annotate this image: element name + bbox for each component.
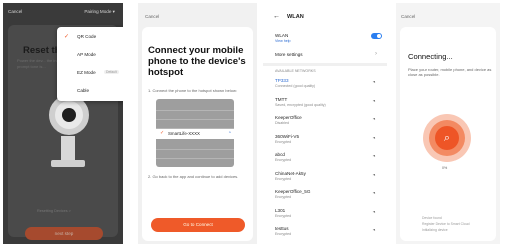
wifi-lock-icon: ◔ — [372, 191, 376, 197]
camera-lens — [62, 108, 76, 122]
step-device-found: Device found — [422, 216, 442, 220]
list-row — [156, 151, 234, 159]
hotspot-row: ✓ SmartLife-XXXX ◔ — [156, 129, 234, 139]
progress-percent: 0% — [442, 166, 448, 170]
wifi-lock-icon: ◔ — [372, 80, 376, 86]
network-name: KeeperOffice_5G — [275, 189, 311, 194]
pairing-mode-dropdown: ✓ QR Code AP Mode EZ Mode Default Cable — [57, 27, 123, 101]
step-register-device: Register Device to Smart Cloud — [422, 222, 470, 226]
network-item[interactable]: abcd Encrypted ◔ — [275, 152, 385, 167]
network-item[interactable]: testtus Encrypted ◔ — [275, 226, 385, 241]
network-item[interactable]: KeeperOffice Disabled ◔ — [275, 115, 385, 130]
next-step-button[interactable]: next step — [25, 227, 103, 240]
go-to-connect-button[interactable]: Go to Connect — [151, 218, 245, 232]
phone-illustration: ✓ SmartLife-XXXX ◔ — [156, 99, 234, 167]
camera-stand — [61, 136, 75, 162]
wifi-lock-icon: ◔ — [372, 135, 376, 142]
network-status: Encrypted — [275, 158, 292, 162]
network-name: L301 — [275, 207, 286, 213]
list-row — [156, 142, 234, 150]
network-item[interactable]: TMTT Saved, encrypted (good quality) ◔ — [275, 97, 385, 112]
resetting-devices-link[interactable]: Resetting Devices > — [37, 209, 71, 213]
network-status: Encrypted — [275, 213, 292, 218]
network-name: TMTT — [275, 96, 288, 102]
network-name: abcd — [275, 152, 285, 157]
wifi-lock-icon: ◔ — [372, 209, 376, 216]
dropdown-item-ez-mode[interactable]: EZ Mode Default — [57, 64, 123, 82]
dropdown-item-ap-mode[interactable]: AP Mode — [57, 46, 123, 64]
dropdown-item-qr-code[interactable]: ✓ QR Code — [57, 28, 123, 46]
chevron-right-icon: › — [375, 51, 377, 57]
wifi-lock-icon: ◔ — [372, 98, 376, 105]
view-help-link[interactable]: View help — [275, 39, 291, 43]
back-arrow-icon[interactable]: ← — [273, 13, 280, 20]
network-name: ChinaNet-Ak5y — [275, 170, 306, 176]
page-title: WLAN — [287, 14, 304, 20]
dropdown-item-label: QR Code — [77, 34, 97, 39]
wlan-settings-screen: ← WLAN WLAN View help More settings › AV… — [263, 3, 387, 244]
page-title: Connect your mobile phone to the device'… — [148, 45, 246, 78]
network-name: 360WiFi-V5 — [275, 133, 299, 139]
network-item[interactable]: ChinaNet-Ak5y Encrypted ◔ — [275, 171, 385, 186]
network-status: Saved, encrypted (good quality) — [275, 102, 326, 107]
dropdown-item-cable[interactable]: Cable — [57, 82, 123, 100]
network-name: TP333 — [275, 78, 289, 83]
wifi-lock-icon: ◔ — [372, 228, 376, 234]
pairing-mode-menu[interactable]: Pairing Mode ▾ — [84, 9, 115, 15]
dropdown-item-label: Cable — [77, 88, 90, 93]
list-row — [156, 121, 234, 129]
connect-hotspot-screen: Cancel Connect your mobile phone to the … — [138, 3, 257, 244]
network-item[interactable]: KeeperOffice_5G Encrypted ◔ — [275, 189, 385, 204]
top-bar: Cancel Pairing Mode ▾ — [3, 3, 123, 20]
wlan-toggle[interactable] — [371, 33, 382, 39]
connecting-screen: Cancel Connecting... Place your router, … — [396, 3, 500, 244]
check-icon: ✓ — [160, 130, 165, 136]
list-row — [156, 112, 234, 120]
camera-base — [51, 160, 85, 167]
network-status: Encrypted — [275, 139, 292, 144]
pairing-mode-screen: Cancel Pairing Mode ▾ Reset the Power th… — [3, 3, 123, 244]
step-initializing: Initializing device — [422, 228, 448, 232]
check-icon: ✓ — [64, 34, 70, 40]
instruction-text: Place your router, mobile phone, and dev… — [408, 67, 492, 78]
wlan-label: WLAN — [275, 33, 289, 38]
wifi-icon: ◔ — [227, 130, 231, 136]
step-1-text: 1. Connect the phone to the hotspot show… — [148, 88, 237, 93]
toggle-knob — [377, 34, 381, 38]
divider — [263, 63, 387, 66]
search-icon: ⌕ — [435, 126, 459, 150]
available-networks-heading: AVAILABLE NETWORKS — [275, 69, 316, 73]
wifi-lock-icon: ◔ — [372, 172, 376, 179]
wifi-lock-icon: ◔ — [372, 117, 376, 123]
network-name: testtus — [275, 226, 289, 231]
more-settings-item[interactable]: More settings — [275, 52, 303, 57]
camera-image — [49, 95, 89, 135]
network-item[interactable]: TP333 Connected (good quality) ◔ — [275, 78, 385, 93]
default-badge: Default — [104, 70, 119, 74]
network-status: Encrypted — [275, 195, 292, 199]
dropdown-item-label: EZ Mode — [77, 70, 96, 75]
network-status: Disabled — [275, 121, 289, 125]
cancel-link[interactable]: Cancel — [401, 14, 415, 19]
step-2-text: 2. Go back to the app and continue to ad… — [148, 174, 239, 179]
dropdown-item-label: AP Mode — [77, 52, 96, 57]
network-status: Encrypted — [275, 176, 292, 181]
hotspot-name: SmartLife-XXXX — [168, 131, 200, 136]
list-row — [156, 103, 234, 111]
network-name: KeeperOffice — [275, 115, 302, 120]
page-title: Connecting... — [408, 52, 453, 61]
network-item[interactable]: L301 Encrypted ◔ — [275, 208, 385, 223]
cancel-link[interactable]: Cancel — [145, 14, 159, 19]
network-status: Encrypted — [275, 232, 292, 236]
network-item[interactable]: 360WiFi-V5 Encrypted ◔ — [275, 134, 385, 149]
wifi-lock-icon: ◔ — [372, 154, 376, 160]
network-status: Connected (good quality) — [275, 84, 316, 88]
cancel-link[interactable]: Cancel — [8, 9, 22, 14]
